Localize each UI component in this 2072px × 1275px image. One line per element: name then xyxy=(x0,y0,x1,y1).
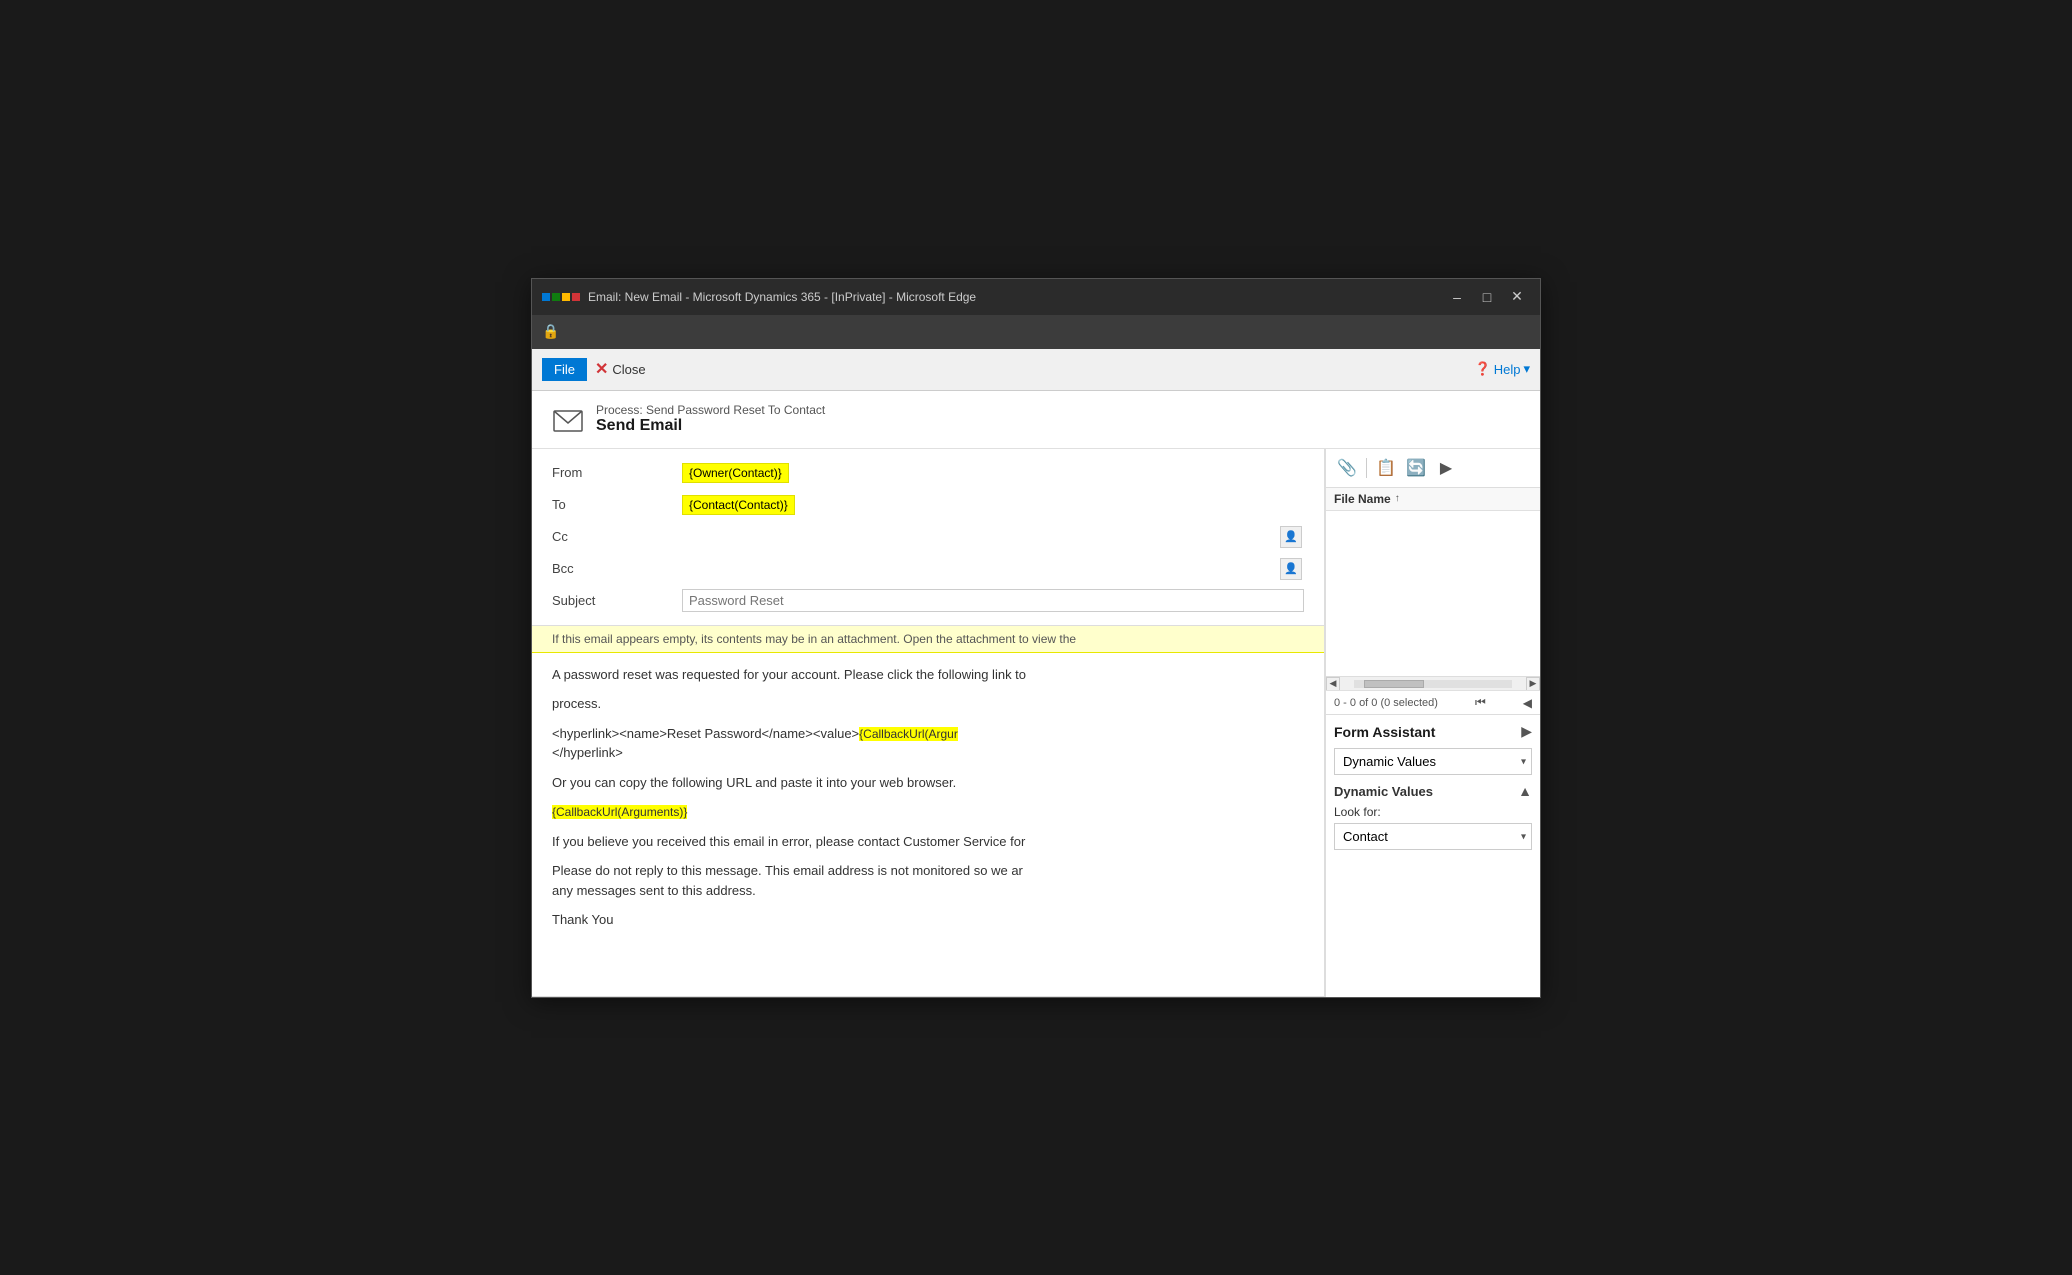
first-page-button[interactable]: ⏮ xyxy=(1475,695,1486,710)
email-icon-wrap xyxy=(552,405,584,440)
file-button[interactable]: File xyxy=(542,358,587,381)
bcc-field[interactable]: 👤 xyxy=(682,561,1304,576)
subject-input[interactable] xyxy=(682,589,1304,612)
fa-section-title: Dynamic Values xyxy=(1334,784,1433,799)
fa-dropdown-wrapper: Dynamic Values ▾ xyxy=(1334,748,1532,775)
callback-tag-1: {CallbackUrl(Argur xyxy=(859,727,958,741)
attach-content xyxy=(1326,511,1540,677)
to-row: To {Contact(Contact)} xyxy=(532,489,1324,521)
from-value: {Owner(Contact)} xyxy=(682,463,1304,483)
body-line2: process. xyxy=(552,694,1304,714)
from-label: From xyxy=(552,465,682,480)
from-tag[interactable]: {Owner(Contact)} xyxy=(682,463,789,483)
to-tag[interactable]: {Contact(Contact)} xyxy=(682,495,795,515)
body-hyperlink: <hyperlink><name>Reset Password</name><v… xyxy=(552,724,1304,763)
sort-arrow[interactable]: ↑ xyxy=(1395,493,1400,504)
refresh-button[interactable]: 🔄 xyxy=(1403,455,1429,481)
fa-look-for-wrapper: Contact ▾ xyxy=(1334,823,1532,850)
ribbon: File ✕ Close ❓ Help ▾ xyxy=(532,349,1540,391)
attach-button[interactable]: 📎 xyxy=(1334,455,1360,481)
process-main-title: Send Email xyxy=(596,417,825,435)
email-icon xyxy=(552,405,584,437)
bcc-lookup-button[interactable]: 👤 xyxy=(1280,558,1302,580)
attach-footer: 0 - 0 of 0 (0 selected) ⏮ ◀ xyxy=(1326,690,1540,714)
body-error-text: If you believe you received this email i… xyxy=(552,832,1304,852)
pagination-text: 0 - 0 of 0 (0 selected) xyxy=(1334,697,1438,709)
bcc-row: Bcc 👤 xyxy=(532,553,1324,585)
cc-lookup-icon: 👤 xyxy=(1284,530,1298,543)
bcc-input[interactable] xyxy=(682,561,1276,576)
warning-bar: If this email appears empty, its content… xyxy=(532,626,1324,653)
callback-tag-2: {CallbackUrl(Arguments)} xyxy=(552,805,687,819)
help-button[interactable]: ❓ Help ▾ xyxy=(1475,361,1530,377)
help-icon: ❓ xyxy=(1475,361,1491,377)
subject-field[interactable] xyxy=(682,589,1304,612)
help-chevron: ▾ xyxy=(1523,361,1530,377)
close-icon: ✕ xyxy=(595,359,608,379)
side-panel: 📎 📋 🔄 ▶ File Name ↑ xyxy=(1325,449,1540,997)
h-scroll-left[interactable]: ◀ xyxy=(1326,677,1340,691)
fa-look-for-select[interactable]: Contact xyxy=(1334,823,1532,850)
cc-row: Cc 👤 xyxy=(532,521,1324,553)
maximize-button[interactable]: □ xyxy=(1474,287,1500,307)
cc-field[interactable]: 👤 xyxy=(682,529,1304,544)
fa-title: Form Assistant xyxy=(1334,724,1435,740)
prev-page-button[interactable]: ◀ xyxy=(1523,696,1532,710)
body-callback-url: {CallbackUrl(Arguments)} xyxy=(552,802,1304,822)
toolbar-separator xyxy=(1366,458,1367,478)
file-name-label: File Name xyxy=(1334,492,1391,506)
lock-icon: 🔒 xyxy=(542,323,559,340)
process-header: Process: Send Password Reset To Contact … xyxy=(532,391,1540,449)
file-name-header: File Name ↑ xyxy=(1326,488,1540,511)
email-body: A password reset was requested for your … xyxy=(532,653,1324,997)
form-assistant-panel: Form Assistant ▶ Dynamic Values ▾ Dynami… xyxy=(1326,715,1540,997)
close-label: Close xyxy=(612,362,645,377)
form-fields: From {Owner(Contact)} To {Contact(Contac… xyxy=(532,449,1324,626)
h-scroll-thumb[interactable] xyxy=(1364,680,1424,688)
fa-main-select[interactable]: Dynamic Values xyxy=(1334,748,1532,775)
h-scroll-track xyxy=(1354,680,1512,688)
main-area: Process: Send Password Reset To Contact … xyxy=(532,391,1540,997)
subject-row: Subject xyxy=(532,585,1324,617)
attach-toolbar: 📎 📋 🔄 ▶ xyxy=(1326,449,1540,488)
bcc-lookup-icon: 👤 xyxy=(1284,562,1298,575)
browser-title: Email: New Email - Microsoft Dynamics 36… xyxy=(588,290,1436,304)
form-area: From {Owner(Contact)} To {Contact(Contac… xyxy=(532,449,1325,997)
from-row: From {Owner(Contact)} xyxy=(532,457,1324,489)
cc-label: Cc xyxy=(552,529,682,544)
close-button[interactable]: ✕ Close xyxy=(595,359,646,379)
body-no-reply: Please do not reply to this message. Thi… xyxy=(552,861,1304,900)
fa-header: Form Assistant ▶ xyxy=(1334,723,1532,740)
attachments-panel: 📎 📋 🔄 ▶ File Name ↑ xyxy=(1326,449,1540,716)
fa-look-for-label: Look for: xyxy=(1334,805,1532,819)
bottom-form: If this email appears empty, its content… xyxy=(532,626,1324,997)
process-title-area: Process: Send Password Reset To Contact … xyxy=(596,403,825,435)
cc-lookup-button[interactable]: 👤 xyxy=(1280,526,1302,548)
body-thank-you: Thank You xyxy=(552,910,1304,930)
bcc-label: Bcc xyxy=(552,561,682,576)
play-button[interactable]: ▶ xyxy=(1433,455,1459,481)
h-scroll-bar[interactable]: ◀ ▶ xyxy=(1326,676,1540,690)
window-close-button[interactable]: ✕ xyxy=(1504,287,1530,307)
help-label: Help xyxy=(1494,362,1521,377)
address-bar: 🔒 xyxy=(532,315,1540,349)
subject-label: Subject xyxy=(552,593,682,608)
h-scroll-right[interactable]: ▶ xyxy=(1526,677,1540,691)
edge-icon xyxy=(542,293,580,301)
window-controls: – □ ✕ xyxy=(1444,287,1530,307)
to-label: To xyxy=(552,497,682,512)
to-value: {Contact(Contact)} xyxy=(682,495,1304,515)
content-area: From {Owner(Contact)} To {Contact(Contac… xyxy=(532,449,1540,997)
minimize-button[interactable]: – xyxy=(1444,287,1470,307)
fa-section-header: Dynamic Values ▲ xyxy=(1334,783,1532,799)
fa-collapse-button[interactable]: ▲ xyxy=(1518,783,1532,799)
cc-input[interactable] xyxy=(682,529,1276,544)
copy-button[interactable]: 📋 xyxy=(1373,455,1399,481)
fa-expand-button[interactable]: ▶ xyxy=(1521,723,1532,740)
body-line1: A password reset was requested for your … xyxy=(552,665,1304,685)
body-url-text: Or you can copy the following URL and pa… xyxy=(552,773,1304,793)
process-subtitle: Process: Send Password Reset To Contact xyxy=(596,403,825,417)
title-bar: Email: New Email - Microsoft Dynamics 36… xyxy=(532,279,1540,315)
